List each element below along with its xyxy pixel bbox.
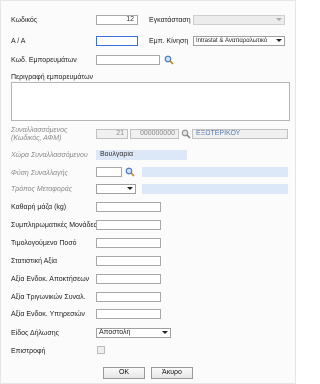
trade-move-value: Intrastat & Αναπαραλωτικό xyxy=(196,38,268,44)
return-checkbox[interactable] xyxy=(97,346,105,354)
code-label: Κωδικός xyxy=(11,17,38,24)
statistical-input[interactable] xyxy=(96,256,161,266)
statistical-label: Στατιστική Αξία xyxy=(11,258,58,265)
country-input[interactable]: Βουλγαρία xyxy=(96,150,187,160)
transport-label: Τρόπος Μεταφοράς xyxy=(11,186,73,193)
declaration-type-select[interactable]: Αποστολή xyxy=(96,328,171,338)
chevron-down-icon xyxy=(127,187,133,190)
invoiced-label: Τιμολογούμενο Ποσό xyxy=(11,240,77,247)
net-mass-label: Καθαρή μάζα (kg) xyxy=(11,204,67,211)
intra-acq-input[interactable] xyxy=(96,274,161,284)
chevron-down-icon xyxy=(276,39,282,42)
counterparty-label: Συναλλασσόμενος (Κωδικός, ΑΦΜ) xyxy=(11,127,68,142)
aa-input[interactable] xyxy=(96,36,138,46)
supp-units-label: Συμπληρωματικές Μονάδες xyxy=(11,222,97,229)
installation-label: Εγκατάσταση xyxy=(149,17,191,24)
nature-input[interactable] xyxy=(96,167,122,177)
installation-select[interactable] xyxy=(193,15,285,25)
transport-description xyxy=(142,184,288,194)
transport-select[interactable] xyxy=(96,184,136,194)
trade-desc-textarea[interactable] xyxy=(11,82,290,121)
trade-move-label: Εμπ. Κίνηση xyxy=(149,38,189,45)
intra-services-label: Αξία Ενδοκ. Υπηρεσιών xyxy=(11,311,85,318)
trade-code-label: Κωδ. Εμπορευμάτων xyxy=(11,57,77,64)
chevron-down-icon xyxy=(276,18,282,21)
trade-code-input[interactable] xyxy=(96,55,160,65)
declaration-type-value: Αποστολή xyxy=(99,329,131,336)
counterparty-afm-input[interactable]: 000000000 xyxy=(130,129,179,139)
trade-desc-label: Περιγραφή εμπορευμάτων xyxy=(11,74,94,81)
country-label: Χώρα Συναλλασσόμενου xyxy=(11,152,88,159)
intra-acq-label: Αξία Ενδοκ. Αποκτήσεων xyxy=(11,276,90,283)
triangular-input[interactable] xyxy=(96,292,161,302)
net-mass-input[interactable] xyxy=(96,202,161,212)
intra-services-input[interactable] xyxy=(96,309,161,319)
return-label: Επιστροφή xyxy=(11,348,46,355)
triangular-label: Αξία Τριγωνικών Συναλ. xyxy=(11,294,86,301)
counterparty-code-input[interactable]: 21 xyxy=(96,129,128,139)
declaration-type-label: Είδος Δήλωσης xyxy=(11,330,59,337)
counterparty-name-input[interactable]: ΕΞΩΤΕΡΙΚΟΥ ΠΡΟΜΗΘΕΥΤΗΣ xyxy=(192,129,288,139)
nature-description xyxy=(142,167,288,177)
chevron-down-icon xyxy=(162,331,168,334)
invoiced-input[interactable] xyxy=(96,238,161,248)
aa-label: Α / Α xyxy=(11,38,26,45)
nature-label: Φύση Συναλλαγής xyxy=(11,170,68,177)
code-input[interactable]: 12 xyxy=(96,15,138,25)
trade-move-select[interactable]: Intrastat & Αναπαραλωτικό xyxy=(193,36,285,46)
cancel-button[interactable]: Άκυρο xyxy=(151,367,193,379)
search-icon[interactable] xyxy=(181,129,191,139)
search-icon[interactable] xyxy=(164,55,174,65)
ok-button[interactable]: OK xyxy=(103,367,145,379)
search-icon[interactable] xyxy=(125,167,135,177)
supp-units-input[interactable] xyxy=(96,220,161,230)
